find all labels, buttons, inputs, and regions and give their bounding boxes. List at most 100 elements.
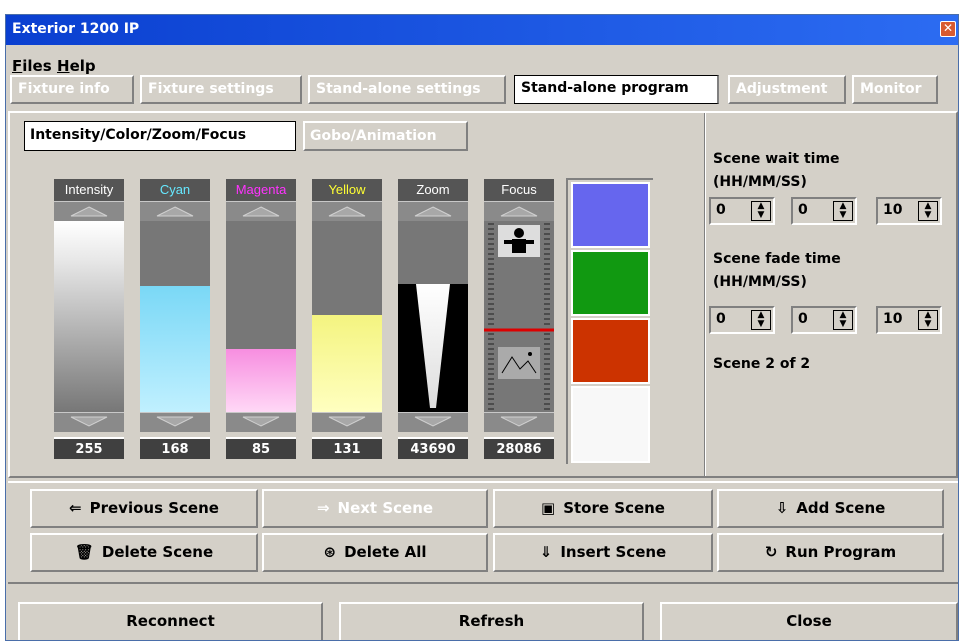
- menu-files-label: iles: [22, 57, 52, 75]
- channel-value-cyan: 168: [140, 437, 210, 459]
- next-scene-label: Next Scene: [337, 499, 434, 517]
- slider-up-icon[interactable]: [398, 201, 468, 221]
- wait-hours-spinner[interactable]: 0 ▲ ▼: [709, 197, 775, 225]
- wait-minutes-spinner[interactable]: 0 ▲ ▼: [791, 197, 857, 225]
- tab-stand-alone-program[interactable]: Stand-alone program: [514, 75, 719, 104]
- menu-help[interactable]: Help: [57, 57, 96, 75]
- arrow-left-icon: ⇐: [69, 499, 82, 517]
- arrow-right-icon: ⇒: [316, 499, 330, 517]
- slider-down-icon[interactable]: [484, 412, 554, 432]
- color-swatch-blue[interactable]: [571, 182, 650, 248]
- close-window-button[interactable]: ✕: [940, 21, 956, 37]
- delete-all-button[interactable]: ⊛ Delete All: [262, 533, 488, 572]
- wait-seconds-spinner[interactable]: 10 ▲ ▼: [876, 197, 942, 225]
- run-icon: ↻: [764, 543, 778, 561]
- add-icon: ⇩: [775, 499, 789, 517]
- slider-track-focus[interactable]: [484, 221, 554, 412]
- color-swatch-red[interactable]: [571, 318, 650, 384]
- slider-track-intensity[interactable]: [54, 221, 124, 412]
- channel-label-cyan: Cyan: [140, 179, 210, 201]
- subtab-intensity-color[interactable]: Intensity/Color/Zoom/Focus: [24, 121, 296, 151]
- spinner-arrows-icon[interactable]: ▲ ▼: [918, 310, 938, 330]
- run-program-button[interactable]: ↻ Run Program: [717, 533, 944, 572]
- slider-down-icon[interactable]: [140, 412, 210, 432]
- fade-hours-spinner[interactable]: 0 ▲ ▼: [709, 306, 775, 334]
- previous-scene-label: Previous Scene: [89, 499, 219, 517]
- menu-help-label: elp: [69, 57, 96, 75]
- delete-scene-label: Delete Scene: [101, 543, 214, 561]
- refresh-button[interactable]: Refresh: [339, 602, 644, 640]
- trash-icon: 🗑: [74, 543, 94, 561]
- slider-track-yellow[interactable]: [312, 221, 382, 412]
- fade-minutes-spinner[interactable]: 0 ▲ ▼: [791, 306, 857, 334]
- slider-up-icon[interactable]: [312, 201, 382, 221]
- close-button[interactable]: Close: [660, 602, 958, 640]
- insert-scene-label: Insert Scene: [560, 543, 667, 561]
- slider-fill-magenta: [226, 348, 296, 412]
- slider-down-icon[interactable]: [398, 412, 468, 432]
- slider-track-magenta[interactable]: [226, 221, 296, 412]
- fade-seconds-spinner[interactable]: 10 ▲ ▼: [876, 306, 942, 334]
- channel-zoom: Zoom 43690: [398, 179, 468, 462]
- subtab-gobo-animation[interactable]: Gobo/Animation: [303, 121, 468, 151]
- channel-value-intensity: 255: [54, 437, 124, 459]
- channel-value-magenta: 85: [226, 437, 296, 459]
- slider-down-icon[interactable]: [312, 412, 382, 432]
- wait-seconds-value: 10: [883, 202, 903, 218]
- add-scene-button[interactable]: ⇩ Add Scene: [717, 489, 944, 528]
- slider-up-icon[interactable]: [54, 201, 124, 221]
- scene-wait-label: Scene wait time: [713, 151, 840, 167]
- slider-fill-intensity: [54, 221, 124, 412]
- channel-label-zoom: Zoom: [398, 179, 468, 201]
- channel-label-focus: Focus: [484, 179, 554, 201]
- tab-adjustment[interactable]: Adjustment: [728, 75, 846, 104]
- panel-divider: [704, 113, 706, 476]
- store-scene-button[interactable]: ▣ Store Scene: [493, 489, 713, 528]
- channel-magenta: Magenta 85: [226, 179, 296, 462]
- window-title: Exterior 1200 IP: [12, 21, 140, 37]
- menu-help-accel: H: [57, 57, 70, 75]
- store-icon: ▣: [541, 499, 556, 517]
- slider-track-zoom[interactable]: [398, 221, 468, 412]
- next-scene-button[interactable]: ⇒ Next Scene: [262, 489, 488, 528]
- app-window: Exterior 1200 IP ✕ Files Help Fixture in…: [5, 14, 959, 641]
- slider-down-icon[interactable]: [226, 412, 296, 432]
- fade-hours-value: 0: [716, 311, 726, 327]
- previous-scene-button[interactable]: ⇐ Previous Scene: [30, 489, 258, 528]
- channel-label-magenta: Magenta: [226, 179, 296, 201]
- spinner-arrows-icon[interactable]: ▲ ▼: [833, 201, 853, 221]
- spinner-arrows-icon[interactable]: ▲ ▼: [918, 201, 938, 221]
- tab-stand-alone-settings[interactable]: Stand-alone settings: [308, 75, 506, 104]
- delete-scene-button[interactable]: 🗑 Delete Scene: [30, 533, 258, 572]
- tab-monitor[interactable]: Monitor: [852, 75, 938, 104]
- insert-scene-button[interactable]: ⇓ Insert Scene: [493, 533, 713, 572]
- slider-down-icon[interactable]: [54, 412, 124, 432]
- scene-fade-label: Scene fade time: [713, 251, 841, 267]
- slider-fill-cyan: [140, 285, 210, 412]
- slider-fill-yellow: [312, 314, 382, 412]
- zoom-beam-icon: [398, 284, 468, 412]
- channel-value-focus: 28086: [484, 437, 554, 459]
- insert-icon: ⇓: [539, 543, 553, 561]
- color-swatch-green[interactable]: [571, 250, 650, 316]
- tab-fixture-info[interactable]: Fixture info: [10, 75, 134, 104]
- scene-status: Scene 2 of 2: [713, 356, 811, 372]
- spinner-arrows-icon[interactable]: ▲ ▼: [751, 310, 771, 330]
- reconnect-button[interactable]: Reconnect: [18, 602, 323, 640]
- slider-up-icon[interactable]: [484, 201, 554, 221]
- slider-track-cyan[interactable]: [140, 221, 210, 412]
- fade-seconds-value: 10: [883, 311, 903, 327]
- spinner-arrows-icon[interactable]: ▲ ▼: [751, 201, 771, 221]
- store-scene-label: Store Scene: [563, 499, 665, 517]
- channel-value-zoom: 43690: [398, 437, 468, 459]
- run-program-label: Run Program: [785, 543, 897, 561]
- menu-files[interactable]: Files: [12, 57, 52, 75]
- slider-up-icon[interactable]: [140, 201, 210, 221]
- spinner-arrows-icon[interactable]: ▲ ▼: [833, 310, 853, 330]
- tab-fixture-settings[interactable]: Fixture settings: [140, 75, 302, 104]
- color-swatch-white[interactable]: [571, 386, 650, 463]
- delete-all-label: Delete All: [344, 543, 427, 561]
- slider-up-icon[interactable]: [226, 201, 296, 221]
- menu-files-accel: F: [12, 57, 23, 75]
- channel-label-yellow: Yellow: [312, 179, 382, 201]
